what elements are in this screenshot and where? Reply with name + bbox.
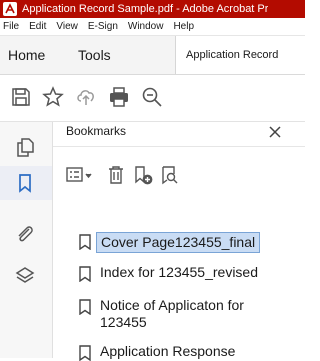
bookmark-label: Application Response	[100, 343, 236, 359]
tab-tools[interactable]: Tools	[72, 47, 152, 63]
bookmarks-panel: Bookmarks Cover Page123455_final Index f…	[53, 122, 305, 361]
bookmark-flag-icon	[78, 234, 92, 250]
close-icon[interactable]	[267, 124, 283, 140]
bookmark-label: Notice of Applicaton for 123455	[100, 297, 244, 330]
list-item[interactable]: Index for 123455_revised	[78, 264, 258, 282]
panel-divider	[53, 146, 305, 147]
window-title: Application Record Sample.pdf - Adobe Ac…	[22, 3, 269, 15]
menu-window[interactable]: Window	[125, 21, 171, 32]
list-item[interactable]: Notice of Applicaton for 123455	[78, 297, 270, 331]
tab-home[interactable]: Home	[0, 47, 72, 63]
navigation-rail	[0, 122, 53, 358]
attachment-icon[interactable]	[14, 223, 36, 245]
save-icon[interactable]	[10, 86, 32, 108]
tab-bar: Home Tools Application Record	[0, 36, 305, 75]
pages-icon[interactable]	[14, 136, 36, 158]
menu-view[interactable]: View	[53, 21, 85, 32]
acrobat-logo-icon	[3, 2, 17, 16]
zoom-out-icon[interactable]	[141, 86, 163, 108]
menu-edit[interactable]: Edit	[26, 21, 53, 32]
star-icon[interactable]	[42, 86, 64, 108]
menu-bar: File Edit View E-Sign Window Help	[0, 18, 305, 36]
menu-file[interactable]: File	[0, 21, 26, 32]
panel-title: Bookmarks	[66, 124, 127, 138]
bookmark-icon[interactable]	[14, 172, 36, 194]
print-icon[interactable]	[108, 86, 130, 108]
delete-icon[interactable]	[106, 165, 126, 185]
bookmark-label: Cover Page123455_final	[96, 232, 261, 253]
list-item[interactable]: Application Response	[78, 343, 235, 361]
bookmark-flag-icon	[78, 266, 92, 282]
options-icon[interactable]	[66, 165, 94, 185]
new-bookmark-icon[interactable]	[133, 165, 153, 185]
menu-esign[interactable]: E-Sign	[85, 21, 125, 32]
bookmark-flag-icon	[78, 299, 92, 315]
toolbar	[0, 75, 305, 122]
layers-icon[interactable]	[14, 265, 36, 287]
title-bar: Application Record Sample.pdf - Adobe Ac…	[0, 0, 305, 18]
menu-help[interactable]: Help	[170, 21, 201, 32]
list-item[interactable]: Cover Page123455_final	[78, 232, 261, 253]
tab-document[interactable]: Application Record	[175, 36, 305, 74]
bookmark-label: Index for 123455_revised	[100, 264, 258, 280]
cloud-upload-icon[interactable]	[75, 86, 97, 108]
expand-bookmark-icon[interactable]	[160, 165, 180, 185]
bookmark-flag-icon	[78, 345, 92, 361]
